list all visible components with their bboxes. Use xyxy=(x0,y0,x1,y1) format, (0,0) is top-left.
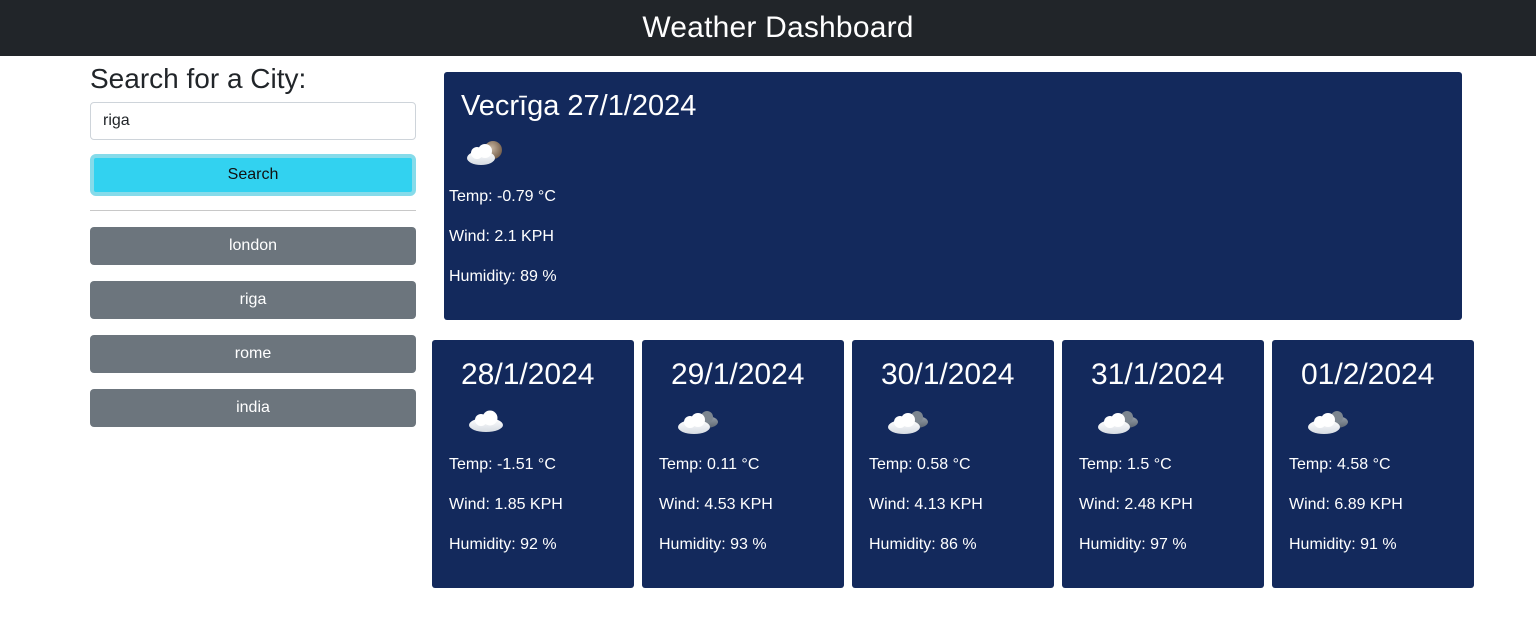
forecast-temp: Temp: 4.58 °C xyxy=(1289,456,1391,473)
city-search-input[interactable] xyxy=(90,102,416,140)
forecast-wind: Wind: 4.13 KPH xyxy=(869,496,983,513)
broken-clouds-icon xyxy=(676,406,722,443)
search-heading: Search for a City: xyxy=(90,63,307,94)
history-button-riga[interactable]: riga xyxy=(90,281,416,319)
top-navbar: Weather Dashboard xyxy=(0,0,1536,56)
forecast-humidity: Humidity: 86 % xyxy=(869,536,977,553)
page-title: Weather Dashboard xyxy=(642,11,914,44)
current-temp: Temp: -0.79 °C xyxy=(449,188,556,205)
forecast-wind: Wind: 2.48 KPH xyxy=(1079,496,1193,513)
forecast-humidity: Humidity: 93 % xyxy=(659,536,767,553)
forecast-card: 29/1/2024 Temp: 0.11 °C Wind: 4.53 KPH H… xyxy=(642,340,844,588)
broken-clouds-icon xyxy=(886,406,932,443)
forecast-wind: Wind: 6.89 KPH xyxy=(1289,496,1403,513)
history-button-london[interactable]: london xyxy=(90,227,416,265)
partly-cloudy-night-icon xyxy=(464,138,508,175)
history-button-india[interactable]: india xyxy=(90,389,416,427)
forecast-card: 28/1/2024 Temp: -1.51 °C Wind: 1.85 KPH … xyxy=(432,340,634,588)
forecast-card: 01/2/2024 Temp: 4.58 °C Wind: 6.89 KPH H… xyxy=(1272,340,1474,588)
forecast-temp: Temp: 0.58 °C xyxy=(869,456,971,473)
sidebar-divider xyxy=(90,210,416,211)
forecast-wind: Wind: 1.85 KPH xyxy=(449,496,563,513)
search-history: london riga rome india xyxy=(90,227,416,427)
forecast-date: 28/1/2024 xyxy=(461,358,595,391)
forecast-humidity: Humidity: 91 % xyxy=(1289,536,1397,553)
forecast-wind: Wind: 4.53 KPH xyxy=(659,496,773,513)
current-weather-card: Vecrīga 27/1/2024 Temp: -0.79 °C Wind: 2… xyxy=(444,72,1462,320)
current-humidity: Humidity: 89 % xyxy=(449,268,557,285)
history-button-rome[interactable]: rome xyxy=(90,335,416,373)
forecast-date: 01/2/2024 xyxy=(1301,358,1435,391)
forecast-humidity: Humidity: 92 % xyxy=(449,536,557,553)
forecast-card: 31/1/2024 Temp: 1.5 °C Wind: 2.48 KPH Hu… xyxy=(1062,340,1264,588)
broken-clouds-icon xyxy=(1096,406,1142,443)
forecast-temp: Temp: 1.5 °C xyxy=(1079,456,1172,473)
forecast-humidity: Humidity: 97 % xyxy=(1079,536,1187,553)
search-button[interactable]: Search xyxy=(90,154,416,196)
forecast-card: 30/1/2024 Temp: 0.58 °C Wind: 4.13 KPH H… xyxy=(852,340,1054,588)
forecast-date: 31/1/2024 xyxy=(1091,358,1225,391)
current-wind: Wind: 2.1 KPH xyxy=(449,228,554,245)
forecast-date: 29/1/2024 xyxy=(671,358,805,391)
cloud-icon xyxy=(466,406,506,441)
forecast-date: 30/1/2024 xyxy=(881,358,1015,391)
broken-clouds-icon xyxy=(1306,406,1352,443)
search-sidebar: Search for a City: Search london riga ro… xyxy=(90,62,416,443)
forecast-temp: Temp: -1.51 °C xyxy=(449,456,556,473)
forecast-temp: Temp: 0.11 °C xyxy=(659,456,760,473)
current-city-date: Vecrīga 27/1/2024 xyxy=(461,90,697,122)
